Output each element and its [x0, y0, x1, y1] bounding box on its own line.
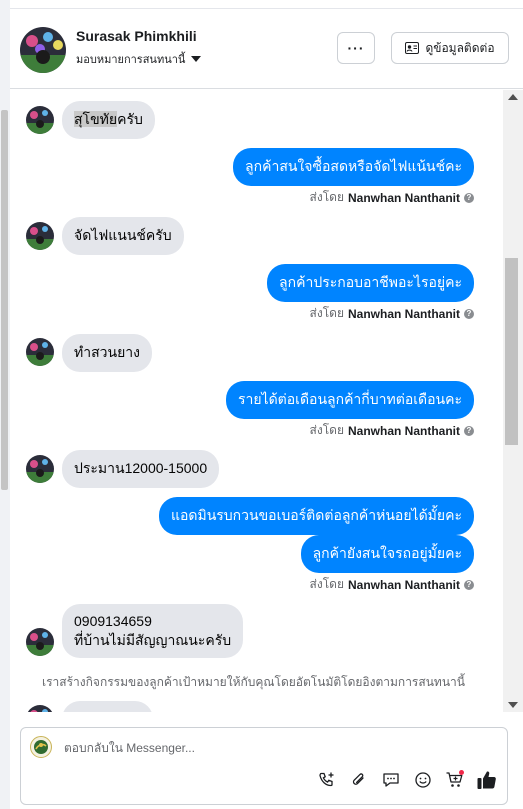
avatar: [26, 106, 54, 134]
avatar: [26, 455, 54, 483]
sender-name[interactable]: Nanwhan Nanthanit: [348, 307, 460, 321]
assign-conversation-dropdown[interactable]: มอบหมายการสนทนานี้: [76, 50, 202, 68]
reply-composer: [20, 727, 508, 805]
conversation-header: Surasak Phimkhili มอบหมายการสนทนานี้ ···…: [10, 9, 523, 89]
system-notice: เราสร้างกิจกรรมของลูกค้าเป้าหมายให้กับคุ…: [42, 675, 465, 689]
message-text: ครับ: [117, 111, 143, 127]
help-icon[interactable]: ?: [464, 579, 474, 590]
thread-scrollbar[interactable]: [503, 90, 523, 712]
avatar: [26, 338, 54, 366]
left-panel-scrollbar[interactable]: [0, 0, 10, 809]
help-icon[interactable]: ?: [464, 308, 474, 319]
sent-by-prefix: ส่งโดย: [309, 306, 344, 320]
scroll-thumb[interactable]: [505, 258, 518, 445]
more-options-button[interactable]: ···: [337, 32, 375, 64]
sender-name[interactable]: Nanwhan Nanthanit: [348, 424, 460, 438]
cart-icon: [446, 770, 464, 787]
top-strip: [10, 0, 523, 9]
contact-info-label: ดูข้อมูลติดต่อ: [425, 40, 495, 55]
incoming-message[interactable]: ถึงบ่ายนคร: [62, 701, 153, 712]
scroll-down-icon[interactable]: [508, 702, 518, 708]
emoji-button[interactable]: [411, 768, 435, 792]
help-icon[interactable]: ?: [464, 425, 474, 436]
outgoing-message[interactable]: แอดมินรบกวนขอเบอร์ติดต่อลูกค้าห่นอยได้มั…: [158, 497, 474, 535]
composer-area: [10, 712, 523, 809]
incoming-message[interactable]: ประมาน12000-15000: [62, 450, 220, 488]
incoming-message[interactable]: สุโขทัยครับ: [62, 101, 155, 139]
highlighted-text: สุโขทัย: [74, 111, 118, 127]
saved-reply-icon: [383, 773, 399, 787]
emoji-icon: [415, 772, 431, 788]
scroll-up-icon[interactable]: [508, 94, 518, 100]
view-contact-info-button[interactable]: ดูข้อมูลติดต่อ: [391, 32, 509, 64]
sent-by-label: ส่งโดย Nanwhan Nanthanit?: [310, 421, 474, 440]
outgoing-message[interactable]: ลูกค้ายังสนใจรถอยู่มั้ยคะ: [300, 535, 474, 573]
outgoing-message[interactable]: ลูกค้าสนใจซื้อสดหรือจัดไฟแน้นช์คะ: [233, 148, 474, 186]
sent-by-label: ส่งโดย Nanwhan Nanthanit?: [310, 304, 474, 323]
contact-name[interactable]: Surasak Phimkhili: [76, 28, 197, 44]
avatar: [26, 628, 54, 656]
outgoing-message[interactable]: ลูกค้าประกอบอาชีพอะไรอยู่คะ: [267, 264, 474, 302]
incoming-message[interactable]: ทำสวนยาง: [62, 334, 152, 372]
left-panel-scroll-thumb[interactable]: [1, 110, 8, 490]
sender-name[interactable]: Nanwhan Nanthanit: [348, 191, 460, 205]
sent-by-prefix: ส่งโดย: [309, 423, 344, 437]
composer-toolbar: [315, 768, 499, 792]
avatar: [26, 222, 54, 250]
sent-by-label: ส่งโดย Nanwhan Nanthanit?: [310, 575, 474, 594]
incoming-message[interactable]: 0909134659 ที่บ้านไม่มีสัญญาณนะครับ: [62, 604, 244, 658]
sent-by-prefix: ส่งโดย: [309, 577, 344, 591]
shop-button[interactable]: [443, 768, 467, 792]
outgoing-message[interactable]: รายได้ต่อเดือนลูกค้ากี่บาทต่อเดือนคะ: [225, 381, 474, 419]
message-line: ที่บ้านไม่มีสัญญาณนะครับ: [74, 632, 232, 648]
reply-input[interactable]: [64, 741, 444, 755]
saved-replies-button[interactable]: [379, 768, 403, 792]
help-icon[interactable]: ?: [464, 192, 474, 203]
incoming-message[interactable]: จัดไฟแนนช์ครับ: [62, 217, 184, 255]
sent-by-prefix: ส่งโดย: [309, 190, 344, 204]
attach-file-button[interactable]: [347, 768, 371, 792]
page-logo-icon: [30, 736, 52, 758]
call-button[interactable]: [315, 768, 339, 792]
assign-label: มอบหมายการสนทนานี้: [76, 54, 186, 66]
thumbs-up-icon: [477, 771, 496, 789]
chevron-down-icon: [191, 56, 202, 62]
sender-name[interactable]: Nanwhan Nanthanit: [348, 578, 460, 592]
avatar: [26, 705, 54, 712]
contact-card-icon: [405, 42, 420, 54]
message-thread[interactable]: สุโขทัยครับ ลูกค้าสนใจซื้อสดหรือจัดไฟแน้…: [10, 90, 513, 712]
sent-by-label: ส่งโดย Nanwhan Nanthanit?: [310, 188, 474, 207]
paperclip-icon: [352, 773, 364, 785]
like-button[interactable]: [475, 768, 499, 792]
message-line: 0909134659: [74, 613, 152, 629]
phone-add-icon: [319, 772, 334, 787]
contact-avatar[interactable]: [20, 27, 66, 73]
